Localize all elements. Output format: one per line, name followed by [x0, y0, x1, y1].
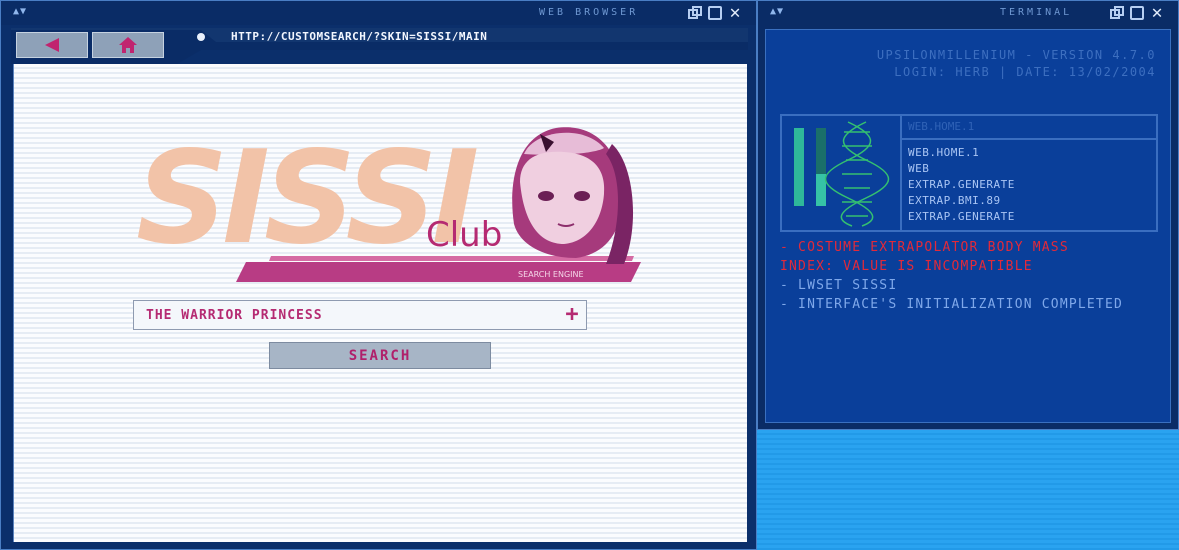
version-line: UPSILONMILLENIUM - VERSION 4.7.0 — [876, 48, 1156, 62]
home-button[interactable] — [92, 32, 164, 58]
restore-icon[interactable] — [1110, 6, 1124, 20]
login-line: LOGIN: HERB | DATE: 13/02/2004 — [894, 65, 1156, 79]
panel-item[interactable]: WEB.HOME.1 — [908, 146, 979, 159]
panel-header: WEB.HOME.1 — [902, 116, 1156, 140]
url-indicator-dot — [197, 33, 205, 41]
terminal-titlebar[interactable]: ▲▼ TERMINAL ✕ — [758, 1, 1178, 25]
logo-tagline: SEARCH ENGINE — [518, 270, 584, 279]
dna-helix-icon — [825, 121, 889, 227]
level-bar-1 — [794, 128, 804, 206]
character-portrait — [512, 127, 634, 264]
close-icon[interactable]: ✕ — [728, 4, 742, 22]
maximize-icon[interactable] — [1130, 6, 1144, 20]
log-line-info: - LWSET SISSI — [780, 278, 898, 293]
home-icon — [119, 37, 137, 53]
restore-icon[interactable] — [688, 6, 702, 20]
desktop-background — [757, 430, 1179, 550]
log-line-error: INDEX: VALUE IS INCOMPATIBLE — [780, 259, 1033, 274]
browser-titlebar[interactable]: ▲▼ WEB BROWSER ✕ — [1, 1, 756, 25]
search-input[interactable] — [144, 306, 558, 324]
address-bar[interactable]: HTTP://CUSTOMSEARCH/?SKIN=SISSI/MAIN — [231, 30, 487, 43]
search-button[interactable]: SEARCH — [269, 342, 491, 369]
browser-title: WEB BROWSER — [539, 7, 639, 18]
panel-item[interactable]: WEB — [908, 162, 929, 175]
navigation-bar: HTTP://CUSTOMSEARCH/?SKIN=SISSI/MAIN — [11, 28, 748, 64]
panel-item[interactable]: EXTRAP.GENERATE — [908, 210, 1015, 223]
search-box[interactable]: + — [133, 300, 587, 330]
close-icon[interactable]: ✕ — [1150, 4, 1164, 22]
level-bar-2 — [816, 174, 826, 206]
panel-item[interactable]: EXTRAP.BMI.89 — [908, 194, 1001, 207]
collapse-arrows-icon[interactable]: ▲▼ — [770, 6, 784, 17]
web-page-content: SISSI SEARCH ENGINE Club + SEARCH — [13, 64, 747, 542]
back-arrow-icon — [45, 38, 59, 52]
panel-item[interactable]: EXTRAP.GENERATE — [908, 178, 1015, 191]
terminal-body: UPSILONMILLENIUM - VERSION 4.7.0 LOGIN: … — [765, 29, 1171, 423]
sissi-club-logo: SISSI SEARCH ENGINE Club — [136, 124, 641, 282]
process-panel: WEB.HOME.1 WEB.HOME.1 WEB EXTRAP.GENERAT… — [780, 114, 1158, 232]
plus-icon[interactable]: + — [558, 304, 586, 326]
log-line-error: - COSTUME EXTRAPOLATOR BODY MASS — [780, 240, 1069, 255]
maximize-icon[interactable] — [708, 6, 722, 20]
back-button[interactable] — [16, 32, 88, 58]
terminal-window: ▲▼ TERMINAL ✕ UPSILONMILLENIUM - VERSION… — [757, 0, 1179, 430]
terminal-title: TERMINAL — [1000, 7, 1073, 18]
collapse-arrows-icon[interactable]: ▲▼ — [13, 6, 27, 17]
browser-window: ▲▼ WEB BROWSER ✕ HTTP://CUSTOMSEARCH/?SK… — [0, 0, 757, 550]
panel-graphic — [782, 116, 902, 230]
logo-club-text: Club — [426, 215, 502, 255]
log-line-info: - INTERFACE'S INITIALIZATION COMPLETED — [780, 297, 1124, 312]
